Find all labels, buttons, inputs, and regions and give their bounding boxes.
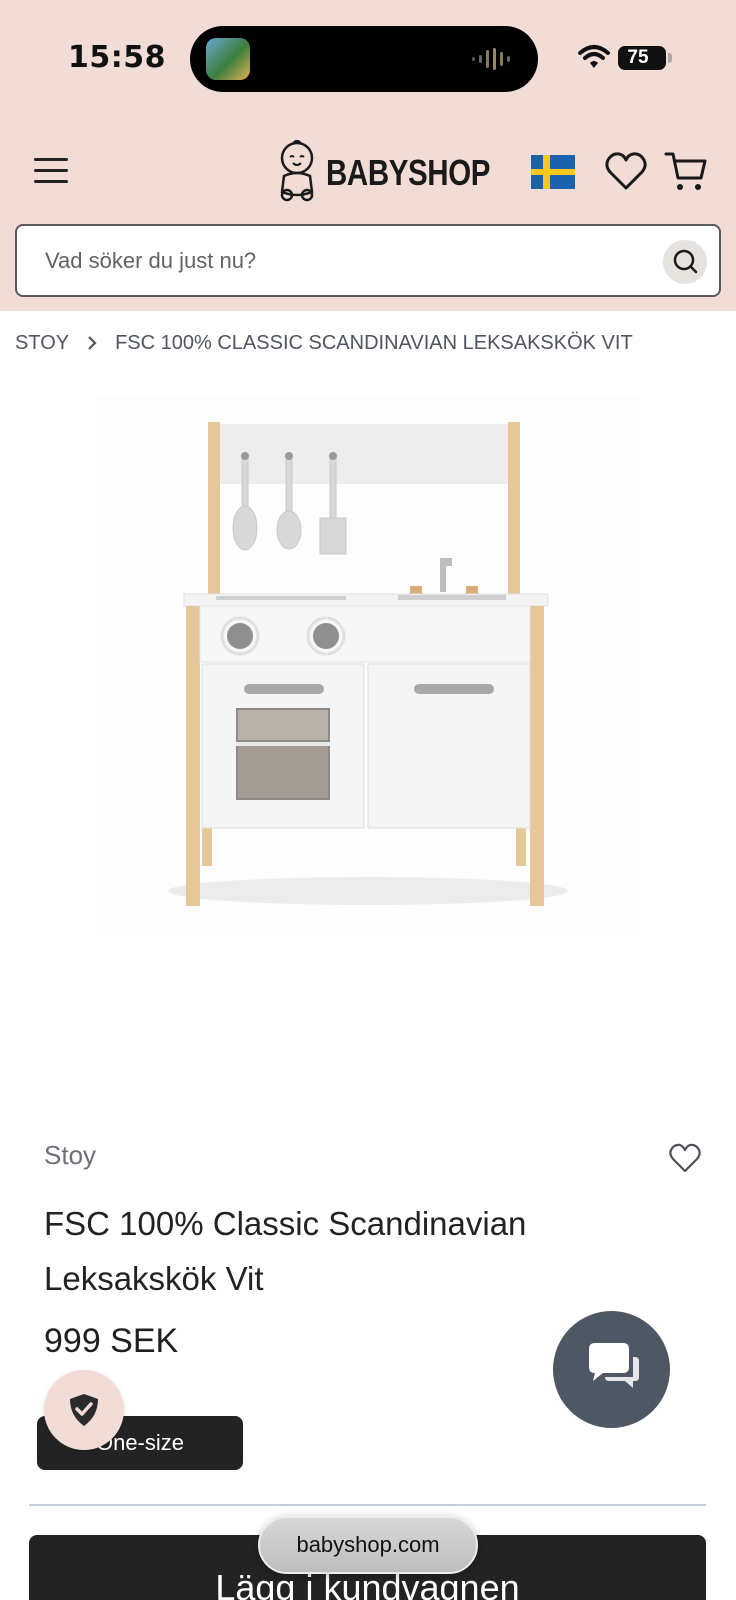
breadcrumb-brand[interactable]: STOY <box>15 332 69 355</box>
dynamic-island[interactable] <box>190 26 538 92</box>
battery-tip <box>668 53 672 63</box>
search-icon <box>673 249 698 274</box>
search-input[interactable] <box>45 226 645 295</box>
breadcrumb-product[interactable]: FSC 100% CLASSIC SCANDINAVIAN LEKSAKSKÖK… <box>115 332 633 355</box>
menu-button[interactable] <box>34 158 68 184</box>
product-price: 999 SEK <box>44 1322 179 1360</box>
browser-url-pill[interactable]: babyshop.com <box>258 1516 478 1574</box>
divider <box>29 1504 706 1506</box>
search-button[interactable] <box>663 240 707 284</box>
chat-button[interactable] <box>553 1311 670 1428</box>
trust-badge[interactable] <box>44 1370 124 1450</box>
status-time: 15:58 <box>68 40 166 75</box>
shield-check-icon <box>70 1394 98 1426</box>
status-icons: 75 <box>574 42 674 72</box>
logo-text: BABYSHOP <box>326 152 491 193</box>
heart-icon[interactable] <box>604 150 648 192</box>
battery-icon: 75 <box>618 46 666 70</box>
wishlist-heart-icon[interactable] <box>668 1142 702 1174</box>
battery-level: 75 <box>627 47 649 68</box>
wifi-icon <box>578 45 610 68</box>
chat-bubbles-icon <box>589 1343 639 1388</box>
product-title: FSC 100% Classic Scandinavian Leksakskök… <box>44 1205 527 1297</box>
babyshop-logo[interactable]: BABYSHOP <box>274 140 490 202</box>
search-bar <box>15 224 721 297</box>
cart-icon[interactable] <box>664 150 708 194</box>
product-image[interactable] <box>96 396 640 936</box>
product-brand[interactable]: Stoy <box>44 1140 96 1171</box>
breadcrumb: STOY FSC 100% CLASSIC SCANDINAVIAN LEKSA… <box>15 330 633 356</box>
baby-logo-icon <box>280 140 314 202</box>
now-playing-artwork <box>206 38 250 80</box>
swedish-flag-icon[interactable] <box>531 155 575 189</box>
audio-wave-icon <box>472 48 510 70</box>
chevron-right-icon <box>69 333 115 353</box>
